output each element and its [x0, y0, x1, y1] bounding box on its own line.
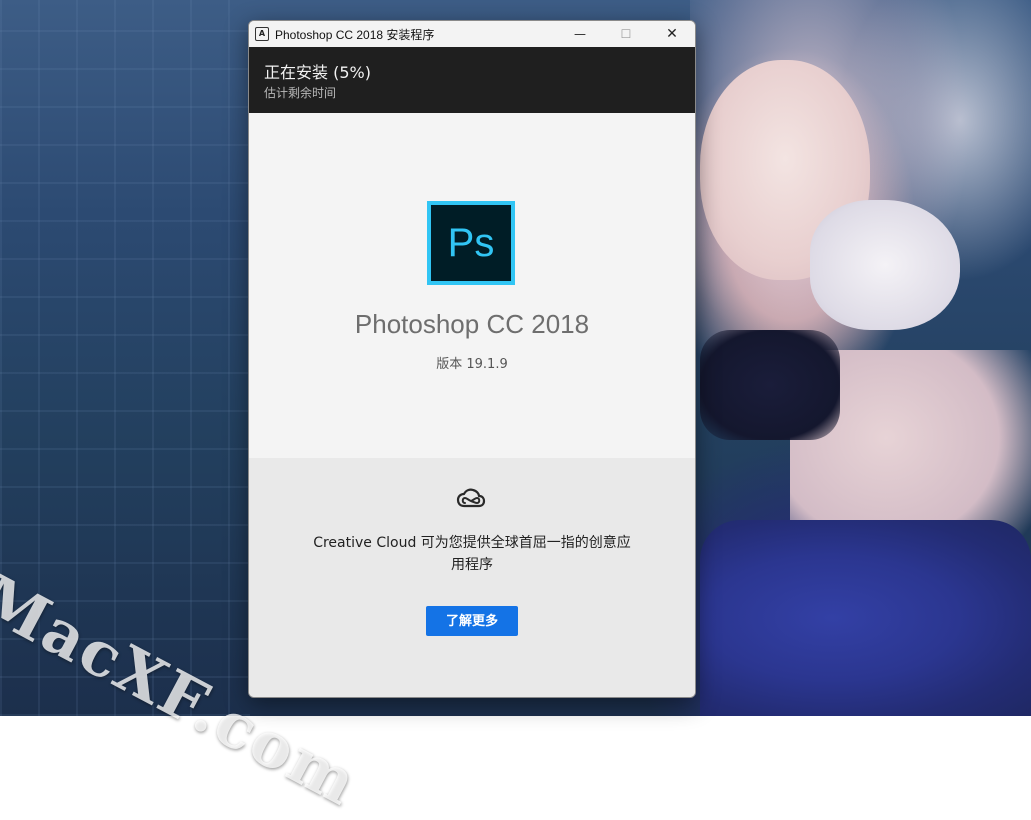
time-remaining-label: 估计剩余时间 — [264, 86, 337, 100]
close-button[interactable]: ✕ — [649, 21, 695, 47]
creative-cloud-icon — [456, 488, 486, 508]
adobe-icon: A — [255, 27, 269, 41]
photoshop-logo-icon: Ps — [427, 201, 515, 285]
product-name: Photoshop CC 2018 — [354, 309, 590, 339]
photoshop-logo-text: Ps — [431, 205, 511, 281]
wallpaper-figure-collar — [700, 330, 840, 440]
learn-more-button[interactable]: 了解更多 — [426, 606, 518, 636]
product-panel: Ps Photoshop CC 2018 版本 19.1.9 — [249, 113, 695, 458]
product-version: 版本 19.1.9 — [436, 357, 508, 372]
minimize-button[interactable]: — — [557, 21, 603, 47]
install-status: 正在安装 (5%) — [264, 63, 371, 82]
window-title: Photoshop CC 2018 安装程序 — [275, 28, 435, 42]
wallpaper-figure-glove — [810, 200, 960, 330]
wallpaper-figure-dress — [700, 520, 1031, 716]
promo-panel: Creative Cloud 可为您提供全球首屈一指的创意应用程序 了解更多 — [249, 458, 695, 697]
promo-text: Creative Cloud 可为您提供全球首屈一指的创意应用程序 — [313, 535, 631, 573]
maximize-button[interactable]: ☐ — [603, 21, 649, 47]
installer-window: A Photoshop CC 2018 安装程序 — ☐ ✕ 正在安装 (5%)… — [248, 20, 696, 698]
title-bar[interactable]: A Photoshop CC 2018 安装程序 — ☐ ✕ — [249, 21, 695, 47]
